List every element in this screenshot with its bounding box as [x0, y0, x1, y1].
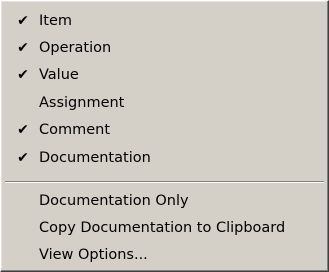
menu-item-comment[interactable]: ✔ Comment	[4, 117, 325, 144]
checkmark-icon: ✔	[17, 13, 29, 29]
menu-item-operation[interactable]: ✔ Operation	[4, 35, 325, 62]
checkmark-icon: ✔	[17, 40, 29, 56]
menu-item-documentation[interactable]: ✔ Documentation	[4, 145, 325, 172]
menu-item-label: Documentation	[39, 150, 151, 166]
menu-item-copy-documentation[interactable]: Copy Documentation to Clipboard	[4, 215, 325, 242]
checkmark-icon: ✔	[17, 122, 29, 138]
menu-item-label: Operation	[39, 40, 112, 56]
menu-item-label: Copy Documentation to Clipboard	[39, 220, 286, 236]
context-menu: ✔ Item ✔ Operation ✔ Value Assignment ✔ …	[0, 0, 329, 272]
menu-item-label: Value	[39, 67, 79, 83]
checkmark-icon: ✔	[17, 67, 29, 83]
checkmark-icon: ✔	[17, 150, 29, 166]
menu-item-label: View Options...	[39, 247, 148, 263]
menu-item-item[interactable]: ✔ Item	[4, 8, 325, 35]
menu-item-documentation-only[interactable]: Documentation Only	[4, 188, 325, 215]
menu-item-label: Documentation Only	[39, 193, 189, 209]
menu-item-view-options[interactable]: View Options...	[4, 242, 325, 269]
menu-item-assignment[interactable]: Assignment	[4, 90, 325, 117]
menu-item-label: Assignment	[39, 95, 125, 111]
menu-item-label: Item	[39, 13, 73, 29]
menu-item-label: Comment	[39, 122, 111, 138]
menu-separator	[5, 181, 324, 183]
menu-item-value[interactable]: ✔ Value	[4, 62, 325, 89]
